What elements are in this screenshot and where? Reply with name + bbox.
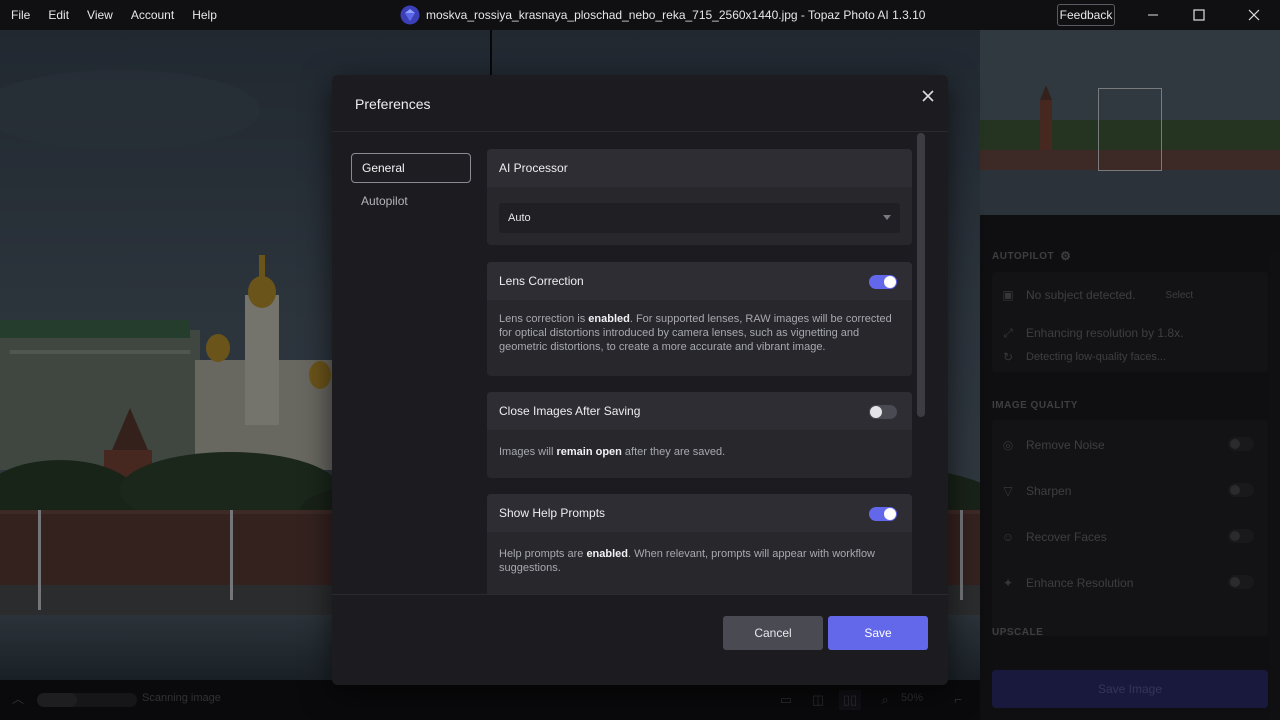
menu-view[interactable]: View [78,0,122,30]
menu-help[interactable]: Help [183,0,226,30]
window-title-text: moskva_rossiya_krasnaya_ploschad_nebo_re… [426,8,926,22]
desc-bold-text: enabled [588,313,630,325]
preferences-content: AI Processor Auto Lens Correction Lens c… [487,149,912,595]
toggle-knob [870,406,882,418]
ai-processor-select[interactable]: Auto [499,203,900,233]
menu-file[interactable]: File [2,0,39,30]
help-prompts-label: Show Help Prompts [499,506,606,520]
window-title: moskva_rossiya_krasnaya_ploschad_nebo_re… [400,0,925,30]
close-after-saving-description: Images will remain open after they are s… [487,430,912,471]
dialog-close-button[interactable] [918,86,938,106]
close-icon [922,90,934,102]
feedback-button[interactable]: Feedback [1057,4,1115,26]
desc-bold-text: remain open [556,446,622,458]
caret-down-icon [883,215,891,220]
toggle-knob [884,276,896,288]
toggle-knob [884,508,896,520]
menu-account[interactable]: Account [122,0,183,30]
topaz-gem-icon [400,5,420,25]
desc-bold-text: enabled [586,548,629,560]
lens-correction-label: Lens Correction [499,274,584,288]
scrollbar-thumb[interactable] [917,133,925,417]
ai-processor-label: AI Processor [499,161,568,175]
ai-processor-card: AI Processor Auto [487,149,912,245]
close-after-saving-toggle[interactable] [869,405,897,419]
window-close-button[interactable] [1231,0,1277,30]
help-prompts-toggle[interactable] [869,507,897,521]
desc-text: Help prompts are [499,548,587,560]
cancel-button[interactable]: Cancel [723,616,823,650]
desc-text: Lens correction is [499,313,589,325]
close-after-saving-label: Close Images After Saving [499,404,641,418]
ai-processor-title: AI Processor [487,149,912,187]
menu-edit[interactable]: Edit [39,0,78,30]
lens-correction-card: Lens Correction Lens correction is enabl… [487,262,912,376]
menu-bar: File Edit View Account Help [0,0,226,30]
help-prompts-card: Show Help Prompts Help prompts are enabl… [487,494,912,595]
maximize-button[interactable] [1176,0,1222,30]
preferences-dialog: Preferences General Autopilot AI Process… [332,75,948,685]
dialog-footer: Cancel Save [332,594,948,685]
preferences-scrollbar[interactable] [917,133,925,417]
ai-processor-value: Auto [508,212,531,224]
help-prompts-description: Help prompts are enabled. When relevant,… [487,532,912,587]
desc-text: after they are saved. [621,446,726,458]
minimize-icon [1148,14,1158,16]
lens-correction-description: Lens correction is enabled. For supporte… [487,300,912,366]
close-after-saving-header: Close Images After Saving [487,392,912,430]
nav-general[interactable]: General [351,153,471,183]
nav-autopilot[interactable]: Autopilot [351,187,471,217]
title-bar: File Edit View Account Help moskva_rossi… [0,0,1280,30]
dialog-header: Preferences [332,75,948,132]
save-button[interactable]: Save [828,616,928,650]
help-prompts-header: Show Help Prompts [487,494,912,532]
close-icon [1248,9,1260,21]
lens-correction-toggle[interactable] [869,275,897,289]
dialog-title: Preferences [355,96,431,112]
close-after-saving-card: Close Images After Saving Images will re… [487,392,912,478]
maximize-icon [1193,9,1205,21]
minimize-button[interactable] [1130,0,1176,30]
desc-text: Images will [499,446,557,458]
lens-correction-header: Lens Correction [487,262,912,300]
